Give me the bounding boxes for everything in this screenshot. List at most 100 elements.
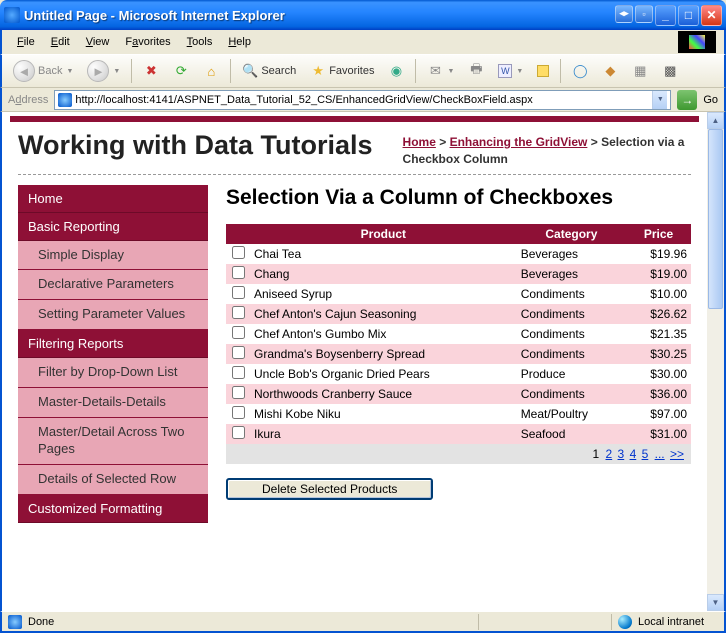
- mail-icon: ✉: [427, 63, 443, 79]
- sidebar-section-filtering[interactable]: Filtering Reports: [18, 330, 208, 358]
- menu-view[interactable]: View: [79, 34, 117, 50]
- refresh-icon: ⟳: [173, 63, 189, 79]
- ext-b-button[interactable]: ◆: [597, 60, 623, 82]
- ext-button-2[interactable]: ▫: [635, 5, 653, 23]
- table-row: Chef Anton's Cajun SeasoningCondiments$2…: [226, 304, 691, 324]
- menu-favorites[interactable]: Favorites: [118, 34, 177, 50]
- globe-icon: ◯: [572, 63, 588, 79]
- minimize-button[interactable]: _: [655, 5, 676, 26]
- pager-next[interactable]: >>: [670, 447, 684, 461]
- row-checkbox[interactable]: [232, 246, 245, 259]
- row-checkbox[interactable]: [232, 386, 245, 399]
- ext-c-button[interactable]: ▦: [627, 60, 653, 82]
- menu-file[interactable]: File: [10, 34, 42, 50]
- pager-page-3[interactable]: 3: [618, 447, 625, 461]
- sidebar-item-filtering-1[interactable]: Master-Details-Details: [18, 388, 208, 418]
- address-bar: Address http://localhost:4141/ASPNET_Dat…: [0, 88, 726, 112]
- zone-icon: [618, 615, 632, 629]
- ext-d-button[interactable]: ▩: [657, 60, 683, 82]
- pager-page-4[interactable]: 4: [630, 447, 637, 461]
- go-button[interactable]: →: [677, 90, 697, 110]
- address-dropdown[interactable]: ▼: [652, 91, 667, 109]
- sidebar-section-customized[interactable]: Customized Formatting: [18, 495, 208, 523]
- row-checkbox[interactable]: [232, 326, 245, 339]
- cell-product: Chef Anton's Cajun Seasoning: [250, 304, 517, 324]
- windows-logo: [678, 31, 716, 53]
- delete-selected-button[interactable]: Delete Selected Products: [226, 478, 433, 500]
- sidebar-item-basic-2[interactable]: Setting Parameter Values: [18, 300, 208, 330]
- cell-price: $97.00: [626, 404, 691, 424]
- cell-product: Chang: [250, 264, 517, 284]
- note-button[interactable]: [532, 62, 554, 80]
- maximize-button[interactable]: □: [678, 5, 699, 26]
- row-checkbox[interactable]: [232, 346, 245, 359]
- close-button[interactable]: ✕: [701, 5, 722, 26]
- ext-b-icon: ◆: [602, 63, 618, 79]
- page-icon: [58, 93, 72, 107]
- back-button[interactable]: ◄Back▼: [8, 57, 78, 85]
- site-title: Working with Data Tutorials: [18, 130, 373, 161]
- home-button[interactable]: ⌂: [198, 60, 224, 82]
- media-button[interactable]: ◉: [383, 60, 409, 82]
- breadcrumb-enh[interactable]: Enhancing the GridView: [450, 135, 588, 149]
- table-row: Northwoods Cranberry SauceCondiments$36.…: [226, 384, 691, 404]
- sidebar-section-basic[interactable]: Basic Reporting: [18, 213, 208, 241]
- sidebar-item-basic-0[interactable]: Simple Display: [18, 241, 208, 271]
- scroll-down-button[interactable]: ▼: [707, 594, 724, 611]
- print-button[interactable]: 🖶: [463, 60, 489, 82]
- address-input[interactable]: http://localhost:4141/ASPNET_Data_Tutori…: [54, 90, 671, 110]
- sidebar-item-filtering-3[interactable]: Details of Selected Row: [18, 465, 208, 495]
- favorites-button[interactable]: ★Favorites: [305, 60, 379, 82]
- row-checkbox[interactable]: [232, 426, 245, 439]
- cell-price: $30.25: [626, 344, 691, 364]
- row-checkbox[interactable]: [232, 286, 245, 299]
- sidebar-item-filtering-0[interactable]: Filter by Drop-Down List: [18, 358, 208, 388]
- menu-tools[interactable]: Tools: [180, 34, 220, 50]
- row-checkbox[interactable]: [232, 366, 245, 379]
- table-row: Uncle Bob's Organic Dried PearsProduce$3…: [226, 364, 691, 384]
- sidebar: Home Basic Reporting Simple DisplayDecla…: [18, 185, 208, 523]
- cell-price: $19.96: [626, 244, 691, 264]
- cell-price: $36.00: [626, 384, 691, 404]
- ext-a-button[interactable]: ◯: [567, 60, 593, 82]
- cell-price: $10.00: [626, 284, 691, 304]
- forward-icon: ►: [87, 60, 109, 82]
- address-label: Address: [8, 94, 48, 106]
- cell-category: Condiments: [517, 304, 626, 324]
- row-checkbox[interactable]: [232, 406, 245, 419]
- scroll-thumb[interactable]: [708, 129, 723, 309]
- status-bar: Done Local intranet: [0, 611, 726, 633]
- cell-product: Mishi Kobe Niku: [250, 404, 517, 424]
- vertical-scrollbar[interactable]: ▲ ▼: [707, 112, 724, 611]
- cell-product: Grandma's Boysenberry Spread: [250, 344, 517, 364]
- breadcrumb: Home > Enhancing the GridView > Selectio…: [403, 134, 691, 168]
- address-text: http://localhost:4141/ASPNET_Data_Tutori…: [75, 94, 652, 106]
- word-button[interactable]: W▼: [493, 61, 528, 81]
- breadcrumb-home[interactable]: Home: [403, 135, 436, 149]
- forward-button[interactable]: ►▼: [82, 57, 125, 85]
- menu-help[interactable]: Help: [221, 34, 258, 50]
- pager-page-5[interactable]: 5: [642, 447, 649, 461]
- scroll-up-button[interactable]: ▲: [707, 112, 724, 129]
- sidebar-item-basic-1[interactable]: Declarative Parameters: [18, 270, 208, 300]
- pager-page-2[interactable]: 2: [606, 447, 613, 461]
- table-row: ChangBeverages$19.00: [226, 264, 691, 284]
- sidebar-item-filtering-2[interactable]: Master/Detail Across Two Pages: [18, 418, 208, 465]
- cell-category: Beverages: [517, 244, 626, 264]
- menu-edit[interactable]: Edit: [44, 34, 77, 50]
- refresh-button[interactable]: ⟳: [168, 60, 194, 82]
- stop-icon: ✖: [143, 63, 159, 79]
- pager-ellipsis[interactable]: ...: [655, 447, 665, 461]
- sidebar-item-home[interactable]: Home: [18, 185, 208, 213]
- stop-button[interactable]: ✖: [138, 60, 164, 82]
- row-checkbox[interactable]: [232, 306, 245, 319]
- search-button[interactable]: 🔍Search: [237, 60, 301, 82]
- table-row: Grandma's Boysenberry SpreadCondiments$3…: [226, 344, 691, 364]
- status-page-icon: [8, 615, 22, 629]
- window-title: Untitled Page - Microsoft Internet Explo…: [24, 8, 615, 23]
- ext-button-1[interactable]: ◂▸: [615, 5, 633, 23]
- mail-button[interactable]: ✉▼: [422, 60, 459, 82]
- col-product: Product: [250, 224, 517, 244]
- row-checkbox[interactable]: [232, 266, 245, 279]
- cell-category: Condiments: [517, 384, 626, 404]
